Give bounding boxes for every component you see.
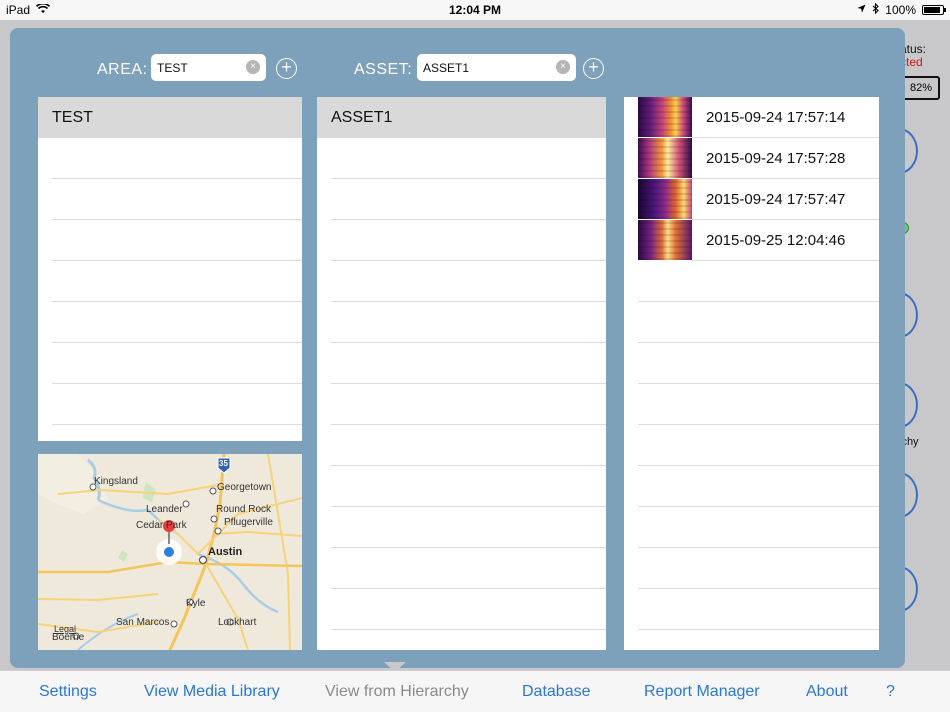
image-timestamp: 2015-09-24 17:57:14 xyxy=(706,109,846,126)
map-place-round-rock: Round Rock xyxy=(216,504,272,515)
area-list-empty-row xyxy=(52,302,302,343)
image-list-empty-row xyxy=(638,343,879,384)
asset-list-empty-row xyxy=(331,466,606,507)
image-list-empty-row xyxy=(638,302,879,343)
image-list-empty-row xyxy=(638,384,879,425)
area-clear-icon[interactable]: × xyxy=(246,60,260,74)
hierarchy-popover: AREA: TEST × + ASSET: ASSET1 × + TEST AS… xyxy=(10,28,905,668)
tab-about[interactable]: About xyxy=(806,683,848,701)
thermal-image-thumbnail xyxy=(638,179,692,219)
thermal-image-thumbnail xyxy=(638,220,692,260)
asset-list-empty-row xyxy=(331,179,606,220)
asset-list-empty-row xyxy=(331,343,606,384)
asset-list-empty-row xyxy=(331,507,606,548)
map-place-leander: Leander xyxy=(146,504,183,515)
asset-list-empty-row xyxy=(331,302,606,343)
location-map[interactable]: Kingsland Georgetown Leander Round Rock … xyxy=(38,454,302,650)
location-arrow-icon xyxy=(857,3,866,17)
map-place-san-marcos: San Marcos xyxy=(116,617,170,628)
image-list-empty-row xyxy=(638,589,879,630)
asset-field-value: ASSET1 xyxy=(423,61,470,75)
interstate-35-label: 35 xyxy=(219,459,228,468)
area-field[interactable]: TEST × xyxy=(151,54,266,81)
status-time: 12:04 PM xyxy=(448,3,502,17)
asset-list[interactable]: ASSET1 xyxy=(317,97,606,650)
area-list-empty-row xyxy=(52,343,302,384)
bottom-toolbar: Settings View Media Library View from Hi… xyxy=(0,670,950,712)
asset-clear-icon[interactable]: × xyxy=(556,60,570,74)
asset-list-empty-row xyxy=(331,589,606,630)
asset-list-empty-row xyxy=(331,220,606,261)
asset-list-empty-row xyxy=(331,384,606,425)
image-list-item[interactable]: 2015-09-24 17:57:28 xyxy=(624,138,879,179)
area-list-empty-row xyxy=(52,220,302,261)
image-timestamp: 2015-09-24 17:57:28 xyxy=(706,150,846,167)
map-place-cedar-park: Cedar Park xyxy=(136,520,187,531)
thermal-image-thumbnail xyxy=(638,138,692,178)
area-list-item-selected[interactable]: TEST xyxy=(38,97,302,138)
map-place-pflugerville: Pflugerville xyxy=(224,517,273,528)
tab-report-manager[interactable]: Report Manager xyxy=(644,683,760,701)
map-place-kyle: Kyle xyxy=(186,598,206,609)
asset-label: ASSET: xyxy=(354,61,413,78)
add-asset-button[interactable]: + xyxy=(583,58,604,79)
battery-percent: 100% xyxy=(885,3,916,17)
area-list-empty-row xyxy=(52,384,302,425)
image-timestamp: 2015-09-25 12:04:46 xyxy=(706,232,846,249)
add-area-button[interactable]: + xyxy=(276,58,297,79)
area-label: AREA: xyxy=(97,61,148,78)
area-list-empty-row xyxy=(52,179,302,220)
area-field-value: TEST xyxy=(157,61,188,75)
tab-settings[interactable]: Settings xyxy=(39,683,97,701)
image-list-empty-row xyxy=(638,261,879,302)
asset-list-empty-row xyxy=(331,138,606,179)
image-list-empty-row xyxy=(638,507,879,548)
image-list-empty-row xyxy=(638,466,879,507)
map-place-lockhart: Lockhart xyxy=(218,617,257,628)
image-list-item[interactable]: 2015-09-24 17:57:14 xyxy=(624,97,879,138)
image-timestamp: 2015-09-24 17:57:47 xyxy=(706,191,846,208)
tab-view-media-library[interactable]: View Media Library xyxy=(144,683,280,701)
status-bar: iPad 12:04 PM 100% xyxy=(0,0,950,20)
asset-field[interactable]: ASSET1 × xyxy=(417,54,576,81)
battery-icon xyxy=(922,5,946,15)
image-list-empty-row xyxy=(638,548,879,589)
map-legal-link[interactable]: Legal xyxy=(54,624,76,634)
area-list-empty-row xyxy=(52,261,302,302)
map-place-austin: Austin xyxy=(208,546,243,558)
asset-list-item-selected[interactable]: ASSET1 xyxy=(317,97,606,138)
tab-database[interactable]: Database xyxy=(522,683,591,701)
thermal-image-thumbnail xyxy=(638,97,692,137)
image-list-empty-row xyxy=(638,425,879,466)
asset-list-empty-row xyxy=(331,425,606,466)
tab-view-from-hierarchy[interactable]: View from Hierarchy xyxy=(325,683,469,701)
image-list-item[interactable]: 2015-09-24 17:57:47 xyxy=(624,179,879,220)
image-list[interactable]: 2015-09-24 17:57:14 2015-09-24 17:57:28 … xyxy=(624,97,879,650)
area-list-empty-row xyxy=(52,138,302,179)
map-place-georgetown: Georgetown xyxy=(217,482,272,493)
image-list-item[interactable]: 2015-09-25 12:04:46 xyxy=(624,220,879,261)
map-place-kingsland: Kingsland xyxy=(94,476,138,487)
bluetooth-icon xyxy=(872,2,880,17)
asset-list-empty-row xyxy=(331,261,606,302)
area-list[interactable]: TEST xyxy=(38,97,302,441)
asset-list-empty-row xyxy=(331,548,606,589)
help-button[interactable]: ? xyxy=(886,683,895,701)
